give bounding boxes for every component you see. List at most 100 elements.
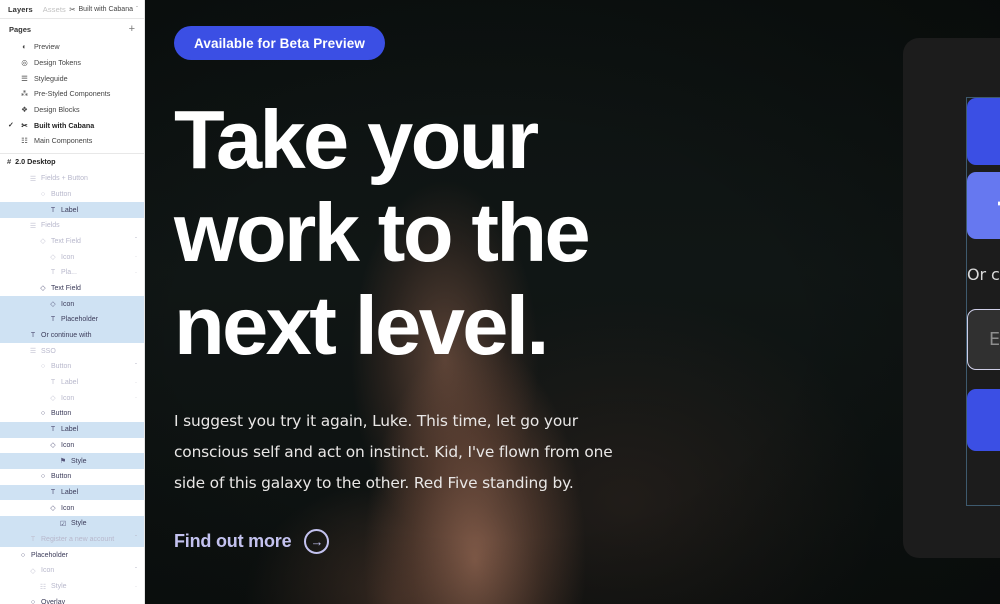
layer-action-icon[interactable]: · bbox=[135, 254, 137, 260]
layer-label: Icon bbox=[61, 504, 75, 512]
layer-action-icon[interactable]: ˇ bbox=[135, 364, 137, 370]
layer-label: Button bbox=[51, 473, 72, 481]
already-have-account-link[interactable]: Already have an account? bbox=[967, 475, 1000, 493]
layer-action-icon[interactable]: · bbox=[135, 584, 137, 590]
scissors-icon: ✂ bbox=[69, 5, 76, 14]
layer-type-icon: T bbox=[50, 488, 56, 496]
layer-row[interactable]: ○ Button ˇ bbox=[0, 359, 144, 375]
layer-row[interactable]: ☑ Style bbox=[0, 515, 144, 532]
layer-type-icon: ◇ bbox=[30, 567, 36, 575]
page-label: Preview bbox=[34, 42, 60, 52]
layer-row[interactable]: ◇ Icon bbox=[0, 500, 144, 516]
beta-badge[interactable]: Available for Beta Preview bbox=[174, 26, 385, 60]
layer-label: Style bbox=[51, 583, 67, 591]
layer-label: Label bbox=[61, 488, 79, 496]
layer-label: Pla... bbox=[61, 269, 77, 277]
library-selector[interactable]: ✂ Built with Cabana ˇ bbox=[69, 0, 138, 19]
layer-row[interactable]: ☰ Fields + Button bbox=[0, 171, 144, 187]
page-item[interactable]: ◐ Preview bbox=[0, 39, 144, 55]
layer-label: Fields + Button bbox=[41, 175, 88, 183]
layer-label: Text Field bbox=[51, 284, 81, 292]
continue-with-facebook-button[interactable]: Continue with Facebook bbox=[967, 172, 1000, 239]
layer-type-icon: T bbox=[50, 269, 56, 277]
layer-type-icon: ◇ bbox=[50, 254, 56, 262]
layer-label: Icon bbox=[61, 253, 75, 261]
page-icon: ✂ bbox=[21, 120, 28, 130]
layer-row[interactable]: ☷ Style · bbox=[0, 579, 144, 595]
layer-action-icon[interactable]: ˇ bbox=[135, 238, 137, 244]
layer-label: Icon bbox=[61, 300, 75, 308]
layer-row[interactable]: T Register a new account ˇ bbox=[0, 531, 144, 548]
layer-row[interactable]: ⚑ Style bbox=[0, 453, 144, 469]
layer-row[interactable]: T Label bbox=[0, 421, 144, 438]
layer-type-icon: ◇ bbox=[50, 395, 56, 403]
layer-row[interactable]: ○ Button bbox=[0, 469, 144, 485]
layer-row[interactable]: T Label · bbox=[0, 375, 144, 391]
layer-row[interactable]: ☰ Fields bbox=[0, 218, 144, 234]
page-label: Design Blocks bbox=[34, 105, 80, 115]
hero-section: Available for Beta Preview Take your wor… bbox=[174, 0, 794, 554]
layer-row[interactable]: ◇ Icon · bbox=[0, 390, 144, 406]
layer-action-icon[interactable]: ˇ bbox=[135, 536, 137, 542]
layer-row[interactable]: ○ Overlay bbox=[0, 594, 144, 604]
library-label: Built with Cabana bbox=[78, 6, 133, 13]
add-page-button[interactable]: + bbox=[129, 23, 135, 35]
page-icon: ☰ bbox=[21, 73, 28, 83]
layer-type-icon: ☰ bbox=[29, 222, 37, 230]
layer-label: Icon bbox=[61, 394, 75, 402]
layer-row[interactable]: ○ Button bbox=[0, 187, 144, 203]
layer-row[interactable]: T Pla... · bbox=[0, 265, 144, 281]
layer-row[interactable]: ◇ Icon bbox=[0, 438, 144, 454]
layer-label: Label bbox=[61, 206, 79, 214]
email-placeholder: Email bbox=[989, 329, 1000, 350]
page-item[interactable]: ⁂ Pre-Styled Components bbox=[0, 86, 144, 102]
continue-with-twitter-button[interactable]: Continue with Twitter bbox=[967, 98, 1000, 165]
chevron-down-icon: ˇ bbox=[136, 6, 138, 13]
page-icon: ❖ bbox=[21, 105, 28, 115]
design-canvas: Available for Beta Preview Take your wor… bbox=[145, 0, 1000, 604]
panel-tab-bar: Layers Assets ✂ Built with Cabana ˇ bbox=[0, 0, 144, 19]
layer-action-icon[interactable]: ˇ bbox=[135, 568, 137, 574]
layer-action-icon[interactable]: · bbox=[135, 395, 137, 401]
page-label: Pre-Styled Components bbox=[34, 89, 111, 99]
layer-label: Placeholder bbox=[31, 551, 68, 559]
page-item[interactable]: ✓ ✂ Built with Cabana bbox=[0, 117, 144, 133]
layer-row[interactable]: ☰ SSO bbox=[0, 343, 144, 359]
layer-row[interactable]: ○ Placeholder bbox=[0, 547, 144, 563]
layer-type-icon: ☰ bbox=[29, 348, 37, 356]
page-icon: ◎ bbox=[21, 58, 28, 68]
layer-label: Button bbox=[51, 363, 72, 371]
email-field[interactable]: Email bbox=[967, 309, 1000, 370]
layer-row[interactable]: ○ Button bbox=[0, 406, 144, 422]
find-out-more-link[interactable]: Find out more → bbox=[174, 529, 330, 554]
layer-row[interactable]: T Label bbox=[0, 202, 144, 218]
page-item[interactable]: ◎ Design Tokens bbox=[0, 55, 144, 71]
page-item[interactable]: ☷ Main Components bbox=[0, 133, 144, 149]
layer-label: Style bbox=[71, 520, 87, 528]
layer-type-icon: ◇ bbox=[50, 442, 56, 450]
layer-type-icon: ☑ bbox=[59, 520, 67, 528]
pages-header: Pages + bbox=[0, 19, 144, 39]
page-title: Take your work to the next level. bbox=[174, 93, 591, 372]
layer-row[interactable]: T Label bbox=[0, 484, 144, 501]
tab-layers[interactable]: Layers bbox=[8, 5, 33, 14]
cta-label: Find out more bbox=[174, 531, 292, 551]
page-item[interactable]: ☰ Styleguide bbox=[0, 70, 144, 86]
layer-action-icon[interactable]: · bbox=[135, 270, 137, 276]
page-icon: ⁂ bbox=[20, 89, 29, 99]
layer-row[interactable]: ◇ Text Field ˇ bbox=[0, 234, 144, 250]
layer-label: Icon bbox=[41, 567, 55, 575]
layer-type-icon: T bbox=[50, 206, 56, 214]
layer-type-icon: T bbox=[50, 426, 56, 434]
layer-row[interactable]: ◇ Text Field bbox=[0, 281, 144, 297]
layer-action-icon[interactable]: · bbox=[135, 380, 137, 386]
frame-row-desktop[interactable]: # 2.0 Desktop bbox=[0, 154, 144, 170]
page-item[interactable]: ❖ Design Blocks bbox=[0, 102, 144, 118]
tab-assets[interactable]: Assets bbox=[43, 5, 66, 14]
layer-row[interactable]: ◇ Icon · bbox=[0, 249, 144, 265]
layer-row[interactable]: ◇ Icon ˇ bbox=[0, 563, 144, 579]
layer-row[interactable]: ◇ Icon bbox=[0, 296, 144, 312]
layer-row[interactable]: T Placeholder bbox=[0, 312, 144, 328]
layer-row[interactable]: T Or continue with bbox=[0, 327, 144, 344]
signup-submit-button[interactable]: Sign up bbox=[967, 389, 1000, 451]
